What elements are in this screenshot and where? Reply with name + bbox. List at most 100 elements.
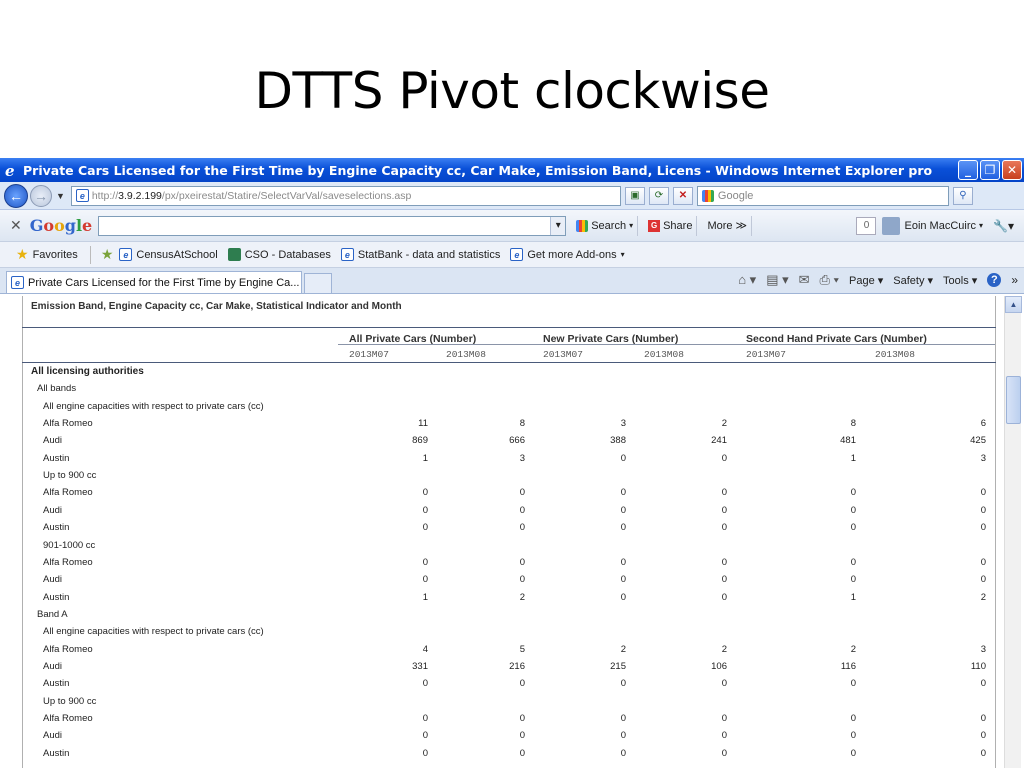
ie-page-icon: e: [510, 248, 524, 261]
table-row: Audi 0 0 0 0 0 0: [0, 730, 1000, 747]
search-icon[interactable]: ⚲: [952, 186, 973, 205]
cell-value: 3: [519, 452, 525, 464]
cell-value: 1: [422, 591, 428, 603]
cell-value: 116: [840, 660, 856, 672]
row-label: Band A: [37, 608, 68, 620]
cell-value: 2: [721, 418, 727, 430]
print-icon[interactable]: ⎙ ▾: [820, 272, 839, 288]
favorites-button[interactable]: Favorites: [33, 249, 78, 261]
cell-value: 869: [412, 435, 428, 447]
row-label: Up to 900 cc: [43, 695, 97, 707]
help-icon[interactable]: ?: [987, 273, 1002, 287]
fav-link-statbank[interactable]: e StatBank - data and statistics: [340, 248, 500, 261]
cell-value: 0: [980, 730, 986, 742]
row-label: Austin: [43, 522, 70, 534]
search-input[interactable]: Google: [696, 185, 949, 206]
cell-value: 0: [422, 574, 428, 586]
cell-value: 0: [721, 747, 727, 759]
cell-value: 425: [970, 435, 986, 447]
mail-icon[interactable]: ✉: [799, 272, 810, 288]
cell-value: 0: [519, 556, 525, 568]
divider-line: [22, 362, 996, 363]
page-menu[interactable]: Page ▾: [849, 274, 883, 287]
row-label: Alfa Romeo: [43, 643, 93, 655]
cell-value: 11: [418, 418, 428, 430]
history-dropdown-icon[interactable]: ▼: [56, 191, 65, 201]
user-avatar[interactable]: [882, 216, 901, 235]
table-row: Alfa Romeo 11 8 3 2 8 6: [0, 418, 1000, 435]
slide-title: DTTS Pivot clockwise: [254, 62, 770, 120]
google-search-button[interactable]: Search ▾: [572, 215, 639, 236]
row-label: Audi: [43, 574, 63, 586]
ie-page-icon: e: [11, 276, 24, 289]
month-header: 2013M07: [746, 349, 786, 360]
stop-button[interactable]: ✕: [672, 186, 693, 205]
row-label: Alfa Romeo: [43, 418, 93, 430]
maximize-button[interactable]: ❐: [980, 160, 1000, 180]
add-favorite-icon[interactable]: ★: [101, 246, 114, 263]
cell-value: 2: [620, 643, 626, 655]
cell-value: 0: [850, 556, 856, 568]
scroll-up-button[interactable]: ▲: [1005, 296, 1022, 313]
cell-value: 0: [422, 556, 428, 568]
cell-value: 215: [610, 660, 626, 672]
feeds-icon[interactable]: ▤ ▾: [766, 272, 788, 288]
home-icon[interactable]: ⌂ ▾: [738, 272, 756, 288]
month-header: 2013M08: [644, 349, 684, 360]
tools-menu[interactable]: Tools ▾: [943, 274, 977, 287]
compatibility-icon[interactable]: ▣: [624, 186, 645, 205]
table-row: Austin 0 0 0 0 0 0: [0, 748, 1000, 765]
fav-link-cso-databases[interactable]: CSO - Databases: [227, 248, 331, 261]
title-bar: e Private Cars Licensed for the First Ti…: [0, 158, 1024, 182]
cell-value: 0: [422, 730, 428, 742]
window-title: Private Cars Licensed for the First Time…: [23, 162, 933, 178]
scroll-thumb[interactable]: [1006, 376, 1021, 424]
cell-value: 0: [721, 522, 727, 534]
cell-value: 0: [721, 574, 727, 586]
close-button[interactable]: ✕: [1002, 160, 1022, 180]
fav-link-censusatschool[interactable]: e CensusAtSchool: [119, 248, 218, 261]
user-name[interactable]: Eoin MacCuirc: [904, 220, 976, 232]
column-group-all: All Private Cars (Number): [349, 333, 477, 345]
safety-menu[interactable]: Safety ▾: [893, 274, 933, 287]
new-tab-button[interactable]: [304, 273, 332, 293]
minimize-button[interactable]: _: [958, 160, 978, 180]
refresh-button[interactable]: ⟳: [648, 186, 669, 205]
cell-value: 2: [850, 643, 856, 655]
user-dropdown-icon[interactable]: ▾: [979, 221, 983, 230]
google-search-input[interactable]: [98, 215, 567, 236]
wrench-icon[interactable]: 🔧▾: [993, 219, 1014, 233]
cell-value: 331: [412, 660, 428, 672]
cell-value: 0: [980, 504, 986, 516]
cell-value: 0: [850, 747, 856, 759]
close-toolbar-icon[interactable]: ✕: [10, 217, 22, 234]
cell-value: 0: [620, 574, 626, 586]
vertical-scrollbar[interactable]: ▲: [1004, 296, 1022, 768]
fav-link-addons[interactable]: e Get more Add-ons ▾: [510, 248, 625, 261]
more-button[interactable]: More ≫: [703, 215, 753, 236]
back-button[interactable]: ←: [4, 183, 28, 208]
cell-value: 0: [850, 678, 856, 690]
column-group-new: New Private Cars (Number): [543, 333, 679, 345]
share-icon: G: [648, 219, 661, 232]
cell-value: 0: [850, 522, 856, 534]
url-input[interactable]: e http://3.9.2.199/px/pxeirestat/Statire…: [70, 185, 621, 206]
notification-count[interactable]: 0: [856, 216, 877, 235]
forward-button[interactable]: →: [30, 184, 52, 207]
cell-value: 4: [422, 643, 428, 655]
cell-value: 0: [850, 730, 856, 742]
table-row: Alfa Romeo 4 5 2 2 2 3: [0, 644, 1000, 661]
cell-value: 0: [519, 504, 525, 516]
table-row: All engine capacities with respect to pr…: [0, 401, 1000, 418]
svg-text:e: e: [5, 163, 15, 178]
cell-value: 3: [980, 452, 986, 464]
separator: [89, 245, 91, 264]
tab-active[interactable]: e Private Cars Licensed for the First Ti…: [6, 271, 302, 293]
command-bar: ⌂ ▾ ▤ ▾ ✉ ⎙ ▾ Page ▾ Safety ▾ Tools ▾ ? …: [738, 272, 1018, 288]
row-label: All licensing authorities: [31, 366, 144, 377]
cell-value: 666: [509, 435, 525, 447]
row-label: Austin: [43, 591, 70, 603]
row-label: All engine capacities with respect to pr…: [43, 400, 264, 412]
cell-value: 2: [519, 591, 525, 603]
share-button[interactable]: G Share: [644, 215, 698, 236]
